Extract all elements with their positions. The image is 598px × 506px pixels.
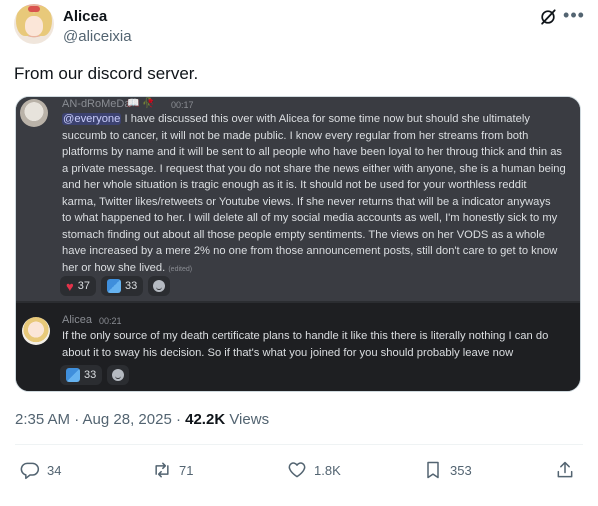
author-avatar[interactable] [14, 4, 54, 44]
reaction-count: 33 [84, 369, 97, 381]
mention-everyone: @everyone [62, 113, 122, 125]
divider [15, 444, 583, 445]
discord-message-text: I have discussed this over with Alicea f… [62, 113, 566, 274]
bookmark-button[interactable]: 353 [423, 460, 472, 480]
reaction-figure[interactable]: 33 [60, 365, 103, 385]
reaction-count: 37 [77, 280, 90, 292]
discord-message: Alicea 00:21 If the only source of my de… [16, 303, 580, 391]
discord-avatar [20, 99, 48, 127]
discord-message: AN-dRoMeDa 📖 🥀 00:17 @everyone I have di… [16, 97, 580, 301]
share-button[interactable] [555, 460, 575, 480]
figure-icon [106, 279, 121, 293]
reply-icon [20, 462, 40, 480]
repost-count: 71 [179, 462, 194, 478]
discord-author: Alicea [62, 314, 92, 326]
reply-button[interactable]: 34 [20, 460, 61, 480]
discord-timestamp: 00:17 [171, 100, 194, 110]
reaction-bar: ♥ 37 33 [60, 276, 171, 296]
tweet-actions: 34 71 1.8K 353 [0, 458, 598, 484]
discord-timestamp: 00:21 [99, 316, 122, 326]
tweet-timestamp[interactable]: 2:35 AM · Aug 28, 2025 · [15, 411, 185, 428]
discord-message-body: If the only source of my death certifica… [62, 330, 549, 359]
tweet-header: Alicea @aliceixia ••• [14, 4, 584, 48]
repost-icon [155, 462, 169, 478]
tweet-text: From our discord server. [14, 64, 199, 83]
heart-icon [288, 462, 306, 478]
like-button[interactable]: 1.8K [287, 460, 341, 480]
reaction-count: 33 [124, 280, 138, 292]
add-reaction-button[interactable] [148, 276, 171, 296]
heart-icon: ♥ [66, 278, 74, 294]
figure-icon [66, 368, 80, 382]
more-options-icon[interactable]: ••• [562, 5, 586, 29]
author-name[interactable]: Alicea [63, 8, 107, 25]
reply-count: 34 [47, 462, 62, 478]
smile-icon [112, 369, 125, 381]
grok-icon[interactable] [538, 7, 558, 27]
edited-label: (edited) [168, 265, 193, 273]
repost-button[interactable]: 71 [152, 460, 193, 480]
reaction-bar: 33 [60, 365, 130, 385]
author-handle[interactable]: @aliceixia [63, 28, 132, 45]
bookmark-count: 353 [450, 462, 472, 478]
views-count: 42.2K [185, 411, 226, 428]
smile-icon [153, 280, 166, 292]
discord-avatar [22, 317, 50, 345]
discord-author: AN-dRoMeDa [62, 98, 131, 110]
reaction-heart[interactable]: ♥ 37 [60, 276, 96, 296]
share-icon [557, 461, 573, 478]
tweet-meta: 2:35 AM · Aug 28, 2025 · 42.2K Views [15, 411, 269, 428]
add-reaction-button[interactable] [107, 365, 130, 385]
bookmark-icon [427, 461, 439, 479]
like-count: 1.8K [314, 462, 341, 478]
reaction-figure[interactable]: 33 [100, 276, 144, 296]
tweet-media-image[interactable]: AN-dRoMeDa 📖 🥀 00:17 @everyone I have di… [15, 96, 581, 392]
views-label: Views [225, 411, 270, 428]
discord-author-badges: 📖 🥀 [127, 98, 155, 109]
discord-message-body: @everyone I have discussed this over wit… [62, 111, 567, 278]
